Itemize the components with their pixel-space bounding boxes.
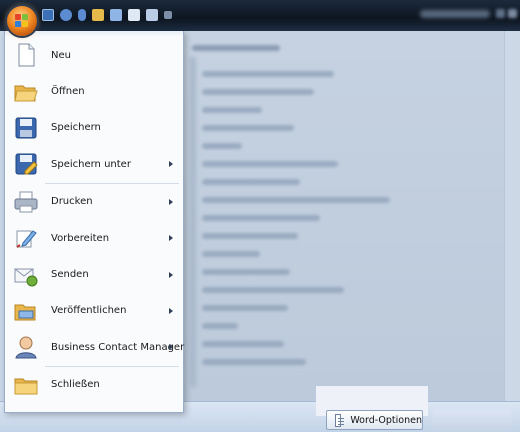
- save-icon: [13, 115, 39, 141]
- print-preview-icon[interactable]: [128, 9, 140, 21]
- undo-icon[interactable]: [60, 9, 72, 21]
- menu-item-label: Drucken: [51, 196, 93, 208]
- spelling-icon[interactable]: [110, 9, 122, 21]
- menu-item-close[interactable]: Schließen: [5, 367, 183, 403]
- quick-print-icon[interactable]: [146, 9, 158, 21]
- menu-item-open[interactable]: Öffnen: [5, 73, 183, 109]
- menu-item-label: Öffnen: [51, 86, 85, 98]
- save-icon[interactable]: [42, 9, 54, 21]
- word-window: Neu Öffnen Speichern Speichern unter Dru…: [0, 0, 520, 432]
- menu-item-label: Veröffentlichen: [51, 305, 127, 317]
- publish-folder-icon: [13, 298, 39, 324]
- menu-item-prepare[interactable]: Vorbereiten: [5, 220, 183, 256]
- office-button[interactable]: [7, 6, 37, 36]
- menu-item-label: Vorbereiten: [51, 232, 110, 244]
- submenu-arrow-icon: [169, 271, 173, 278]
- new-document-icon: [13, 42, 39, 68]
- customize-toolbar-icon[interactable]: [164, 11, 172, 19]
- vertical-scrollbar[interactable]: [504, 31, 520, 401]
- submenu-arrow-icon: [169, 235, 173, 242]
- office-menu: Neu Öffnen Speichern Speichern unter Dru…: [4, 31, 184, 413]
- menu-item-print[interactable]: Drucken: [5, 184, 183, 220]
- word-options-label: Word-Optionen: [350, 414, 422, 426]
- close-folder-icon: [13, 372, 39, 398]
- submenu-arrow-icon: [169, 161, 173, 168]
- menu-item-label: Neu: [51, 49, 71, 61]
- word-options-button[interactable]: Word-Optionen: [326, 410, 423, 430]
- blurred-document-area: [184, 31, 520, 401]
- close-button[interactable]: [508, 9, 517, 18]
- menu-item-label: Business Contact Manager: [51, 341, 185, 353]
- menu-item-save-as[interactable]: Speichern unter: [5, 146, 183, 182]
- menu-item-label: Speichern unter: [51, 158, 131, 170]
- contact-person-icon: [13, 334, 39, 360]
- minimize-button[interactable]: [496, 9, 505, 18]
- redo-icon[interactable]: [78, 9, 86, 21]
- menu-item-business-contact-manager[interactable]: Business Contact Manager: [5, 329, 185, 365]
- office-logo-icon: [15, 14, 29, 28]
- printer-icon: [13, 189, 39, 215]
- menu-item-new[interactable]: Neu: [5, 37, 183, 73]
- prepare-pen-icon: [13, 225, 39, 251]
- menu-item-label: Senden: [51, 269, 89, 281]
- save-as-icon: [13, 151, 39, 177]
- menu-item-publish[interactable]: Veröffentlichen: [5, 293, 183, 329]
- open-folder-icon: [13, 79, 39, 105]
- title-bar: [0, 0, 520, 31]
- menu-item-label: Speichern: [51, 122, 101, 134]
- menu-item-save[interactable]: Speichern: [5, 110, 183, 146]
- quick-access-toolbar: [42, 7, 172, 23]
- open-folder-icon[interactable]: [92, 9, 104, 21]
- send-mail-icon: [13, 262, 39, 288]
- window-title: [420, 10, 490, 18]
- exit-word-button[interactable]: [432, 410, 512, 430]
- submenu-arrow-icon: [169, 344, 173, 351]
- options-document-icon: [335, 413, 345, 427]
- menu-item-label: Schließen: [51, 379, 100, 391]
- submenu-arrow-icon: [169, 307, 173, 314]
- menu-item-send[interactable]: Senden: [5, 256, 183, 292]
- submenu-arrow-icon: [169, 198, 173, 205]
